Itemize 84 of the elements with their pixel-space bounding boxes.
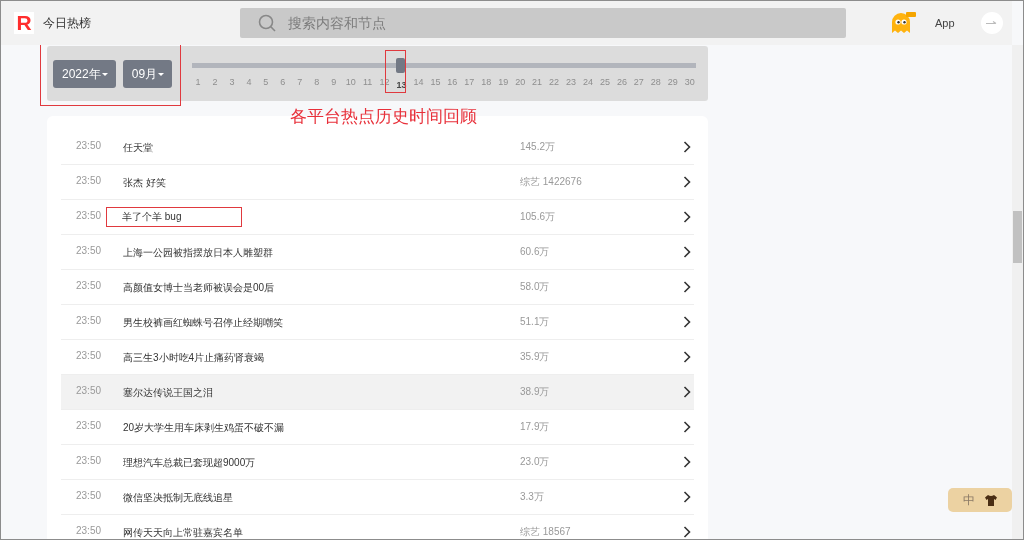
day-label[interactable]: 11 <box>361 77 374 90</box>
list-row[interactable]: 23:50 网传天天向上常驻嘉宾名单 综艺 18567 <box>61 515 694 539</box>
time-text: 23:50 <box>75 384 103 396</box>
time-text: 23:50 <box>75 174 103 186</box>
day-label[interactable]: 16 <box>446 77 459 90</box>
year-dropdown[interactable]: 2022年 <box>53 60 116 88</box>
list-row[interactable]: 23:50 男生校裤画红蜘蛛号召停止经期嘲笑 51.1万 <box>61 305 694 340</box>
time-text: 23:50 <box>75 454 103 466</box>
day-label[interactable]: 3 <box>225 77 238 90</box>
list-row[interactable]: 23:50 羊了个羊 bug 105.6万 <box>61 200 694 235</box>
day-label[interactable]: 5 <box>259 77 272 90</box>
day-label[interactable]: 8 <box>310 77 323 90</box>
topic-title: 20岁大学生用车床剥生鸡蛋不破不漏 <box>123 420 285 435</box>
heat-count: 23.0万 <box>520 455 551 469</box>
month-dropdown[interactable]: 09月 <box>122 60 173 88</box>
day-label[interactable]: 9 <box>327 77 340 90</box>
list-row[interactable]: 23:50 任天堂 145.2万 <box>61 130 694 165</box>
heat-count: 60.6万 <box>520 245 551 259</box>
day-label[interactable]: 21 <box>531 77 544 90</box>
time-text: 23:50 <box>75 489 103 501</box>
topic-title: 任天堂 <box>123 140 153 155</box>
heat-count: 145.2万 <box>520 140 557 154</box>
list-row[interactable]: 23:50 张杰 好笑 综艺 1422676 <box>61 165 694 200</box>
topic-title: 羊了个羊 bug <box>107 208 242 226</box>
day-label[interactable]: 20 <box>514 77 527 90</box>
day-label[interactable]: 27 <box>632 77 645 90</box>
heat-count: 综艺 18567 <box>520 525 572 539</box>
search-field[interactable]: 搜索内容和节点 <box>240 8 846 38</box>
day-label[interactable]: 29 <box>666 77 679 90</box>
heat-count: 3.3万 <box>520 490 545 504</box>
topic-title: 理想汽车总裁已套现超9000万 <box>123 455 256 470</box>
day-label[interactable]: 26 <box>615 77 628 90</box>
list-row[interactable]: 23:50 塞尔达传说王国之泪 38.9万 <box>61 375 694 410</box>
heat-count: 综艺 1422676 <box>520 175 583 189</box>
language-tag[interactable]: 中 <box>948 488 1012 512</box>
topic-title: 张杰 好笑 <box>123 175 166 190</box>
day-label[interactable]: 10 <box>344 77 357 90</box>
heat-count: 17.9万 <box>520 420 551 434</box>
topic-title: 微信坚决抵制无底线追星 <box>123 490 233 505</box>
topic-title: 高颜值女博士当老师被误会是00后 <box>123 280 275 295</box>
day-label[interactable]: 28 <box>649 77 662 90</box>
time-text: 23:50 <box>75 244 103 256</box>
time-text: 23:50 <box>75 314 103 326</box>
day-label[interactable]: 4 <box>242 77 255 90</box>
day-label[interactable]: 19 <box>497 77 510 90</box>
topic-title: 男生校裤画红蜘蛛号召停止经期嘲笑 <box>123 315 283 330</box>
list-row[interactable]: 23:50 高颜值女博士当老师被误会是00后 58.0万 <box>61 270 694 305</box>
time-text: 23:50 <box>75 419 103 431</box>
heat-count: 105.6万 <box>520 210 557 224</box>
heat-count: 58.0万 <box>520 280 551 294</box>
app-link[interactable]: App <box>935 17 955 29</box>
day-label[interactable]: 7 <box>293 77 306 90</box>
annotation-caption: 各平台热点历史时间回顾 <box>290 106 477 128</box>
time-text: 23:50 <box>75 139 103 151</box>
day-label[interactable]: 18 <box>480 77 493 90</box>
day-label[interactable]: 24 <box>582 77 594 90</box>
day-label[interactable]: 23 <box>565 77 578 90</box>
site-title[interactable]: 今日热榜 <box>43 14 91 32</box>
tag-label: 中 <box>963 491 975 509</box>
topic-title: 上海一公园被指摆放日本人雕塑群 <box>123 245 273 260</box>
day-label[interactable]: 1 <box>192 77 205 90</box>
list-row[interactable]: 23:50 20岁大学生用车床剥生鸡蛋不破不漏 17.9万 <box>61 410 694 445</box>
day-label[interactable]: 30 <box>683 77 696 90</box>
day-label[interactable]: 17 <box>463 77 476 90</box>
time-text: 23:50 <box>75 209 103 221</box>
time-text: 23:50 <box>75 524 103 536</box>
time-text: 23:50 <box>75 279 103 291</box>
heat-count: 35.9万 <box>520 350 551 364</box>
heat-count: 38.9万 <box>520 385 551 399</box>
list-row[interactable]: 23:50 微信坚决抵制无底线追星 3.3万 <box>61 480 694 515</box>
list-row[interactable]: 23:50 理想汽车总裁已套现超9000万 23.0万 <box>61 445 694 480</box>
logo[interactable]: R <box>14 12 34 34</box>
topic-title: 网传天天向上常驻嘉宾名单 <box>123 525 243 539</box>
day-label[interactable]: 2 <box>209 77 221 90</box>
time-text: 23:50 <box>75 349 103 361</box>
topic-title: 高三生3小时吃4片止痛药肾衰竭 <box>123 350 265 365</box>
topic-title: 塞尔达传说王国之泪 <box>123 385 213 400</box>
day-label[interactable]: 25 <box>598 77 611 90</box>
day-label[interactable]: 15 <box>429 77 442 90</box>
list-row[interactable]: 23:50 上海一公园被指摆放日本人雕塑群 60.6万 <box>61 235 694 270</box>
heat-count: 51.1万 <box>520 315 551 329</box>
day-label[interactable]: 6 <box>276 77 289 90</box>
day-label[interactable]: 22 <box>548 77 561 90</box>
day-label[interactable]: 14 <box>412 77 425 90</box>
